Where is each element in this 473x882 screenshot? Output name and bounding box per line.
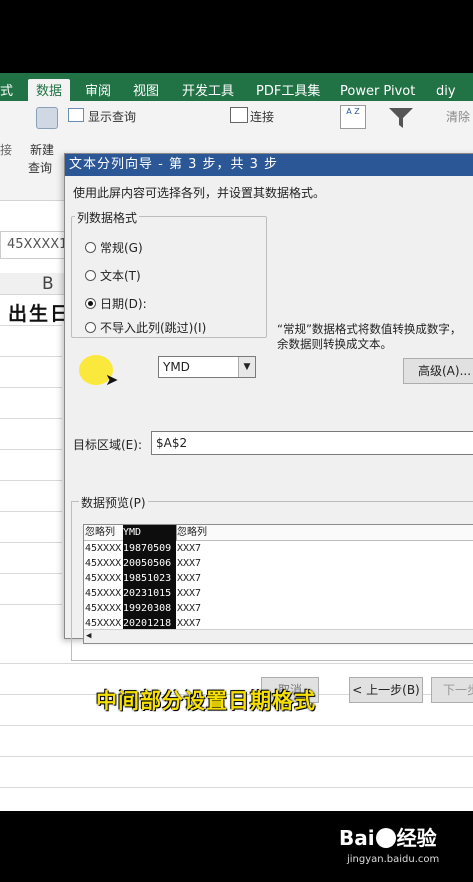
paw-icon [375, 828, 396, 848]
video-caption: 中间部分设置日期格式 [96, 689, 316, 713]
radio-skip[interactable]: 不导入此列(跳过)(I) [85, 319, 206, 336]
grid-line [0, 449, 62, 450]
format-note-line2: 余数据则转换成文本。 [277, 337, 392, 351]
preview-cell: 45XXXX [85, 573, 122, 584]
radio-skip-label: 不导入此列(跳过)(I) [100, 321, 207, 335]
next-button[interactable]: 下一步 [431, 677, 473, 703]
show-query-button[interactable]: 显示查询 [88, 108, 136, 125]
radio-general-label: 常规(G) [100, 241, 143, 255]
grid-line [0, 511, 62, 512]
name-box[interactable]: 45XXXX1 [0, 231, 70, 259]
radio-general[interactable]: 常规(G) [85, 239, 143, 256]
watermark-logo: Bai 经验 [339, 822, 437, 851]
ribbon-cut-label: 接 [0, 143, 13, 157]
advanced-button[interactable]: 高级(A)... [403, 358, 473, 384]
data-preview[interactable]: 忽略列 YMD 忽略列 45XXXX 19870509 XXX7 45XXXX … [83, 524, 473, 644]
radio-skip-dot[interactable] [85, 322, 96, 333]
preview-cell: XXX7 [177, 603, 202, 614]
preview-row: 45XXXX 20231015 XXX7 [84, 586, 473, 602]
preview-cell: XXX7 [177, 573, 202, 584]
ribbon-tab-bar: 式 数据 审阅 视图 开发工具 PDF工具集 Power Pivot diy [0, 73, 473, 105]
preview-row: 45XXXX 19870509 XXX7 [84, 541, 473, 557]
preview-cell: XXX7 [177, 543, 202, 554]
preview-cell: 19920308 [123, 603, 172, 614]
show-query-icon [68, 108, 84, 122]
preview-cell: 45XXXX [85, 543, 122, 554]
preview-cell: 20050506 [123, 558, 172, 569]
grid-line [0, 356, 62, 357]
destination-input[interactable]: $A$2 [151, 431, 473, 455]
column-b-header[interactable]: B [42, 274, 54, 294]
preview-row: 45XXXX 19920308 XXX7 [84, 601, 473, 617]
back-button[interactable]: < 上一步(B) [349, 677, 423, 703]
grid-line [0, 387, 62, 388]
new-query-label-2[interactable]: 查询 [28, 159, 52, 176]
radio-date-dot[interactable] [85, 298, 96, 309]
sort-az-icon[interactable]: A Z [340, 105, 366, 129]
grid-line [0, 542, 62, 543]
clear-button[interactable]: 清除 [446, 108, 470, 125]
radio-text-label: 文本(T) [100, 269, 141, 283]
radio-text[interactable]: 文本(T) [85, 267, 141, 284]
column-format-label: 列数据格式 [75, 209, 140, 226]
radio-text-dot[interactable] [85, 270, 96, 281]
preview-cell: 20231015 [123, 588, 172, 599]
destination-label: 目标区域(E): [73, 438, 142, 452]
preview-row: 45XXXX 20050506 XXX7 [84, 556, 473, 572]
preview-label: 数据预览(P) [79, 494, 148, 511]
new-query-label-1[interactable]: 新建 [30, 141, 54, 158]
scroll-left-icon[interactable]: ◀ [86, 631, 91, 641]
format-note: “常规”数据格式将数值转换成数字， 余数据则转换成文本。 [277, 322, 473, 352]
grid-line [0, 756, 473, 757]
grid-line [0, 573, 62, 574]
filter-icon[interactable] [388, 107, 414, 129]
date-format-select[interactable]: YMD ▼ [158, 356, 256, 378]
connections-icon [230, 107, 248, 123]
preview-cell: XXX7 [177, 588, 202, 599]
date-format-value: YMD [163, 360, 190, 374]
preview-cell: 45XXXX [85, 588, 122, 599]
grid-line [0, 604, 62, 605]
grid-line [0, 325, 62, 326]
grid-line [0, 418, 62, 419]
preview-cell: 19870509 [123, 543, 172, 554]
preview-header-row: 忽略列 YMD 忽略列 [84, 525, 473, 541]
dialog-title: 文本分列向导 - 第 3 步，共 3 步 [65, 154, 473, 176]
preview-header-2[interactable]: YMD [123, 525, 176, 541]
screen: 式 数据 审阅 视图 开发工具 PDF工具集 Power Pivot diy 接… [0, 73, 473, 811]
radio-general-dot[interactable] [85, 242, 96, 253]
grid-line [0, 480, 62, 481]
baidu-jingyan-watermark: Bai 经验 jingyan.baidu.com [339, 822, 459, 874]
preview-row: 45XXXX 19851023 XXX7 [84, 571, 473, 587]
watermark-url: jingyan.baidu.com [347, 854, 440, 865]
preview-cell: 45XXXX [85, 558, 122, 569]
header-divider [176, 525, 177, 541]
chevron-down-icon[interactable]: ▼ [238, 357, 255, 377]
grid-line [0, 787, 473, 788]
radio-date-label: 日期(D): [100, 297, 147, 311]
preview-header-3[interactable]: 忽略列 [177, 525, 257, 541]
mouse-cursor-icon: ➤ [105, 370, 119, 389]
new-query-icon [36, 107, 58, 129]
connections-button[interactable]: 连接 [250, 108, 274, 125]
watermark-brand-b: 经验 [396, 826, 437, 850]
dialog-description: 使用此屏内容可选择各列，并设置其数据格式。 [73, 186, 326, 200]
cell-b2[interactable]: 出生日 [8, 299, 71, 326]
watermark-brand-a: Bai [339, 826, 375, 850]
text-to-columns-dialog: 文本分列向导 - 第 3 步，共 3 步 使用此屏内容可选择各列，并设置其数据格… [64, 153, 473, 703]
preview-cell: 19851023 [123, 573, 172, 584]
radio-date[interactable]: 日期(D): [85, 295, 147, 312]
grid-line [0, 663, 473, 664]
grid-line [0, 725, 473, 726]
preview-cell: 45XXXX [85, 603, 122, 614]
format-note-line1: “常规”数据格式将数值转换成数字， [277, 322, 462, 336]
preview-cell: XXX7 [177, 558, 202, 569]
preview-horizontal-scrollbar[interactable]: ◀ [84, 629, 473, 643]
preview-header-1[interactable]: 忽略列 [85, 525, 123, 541]
